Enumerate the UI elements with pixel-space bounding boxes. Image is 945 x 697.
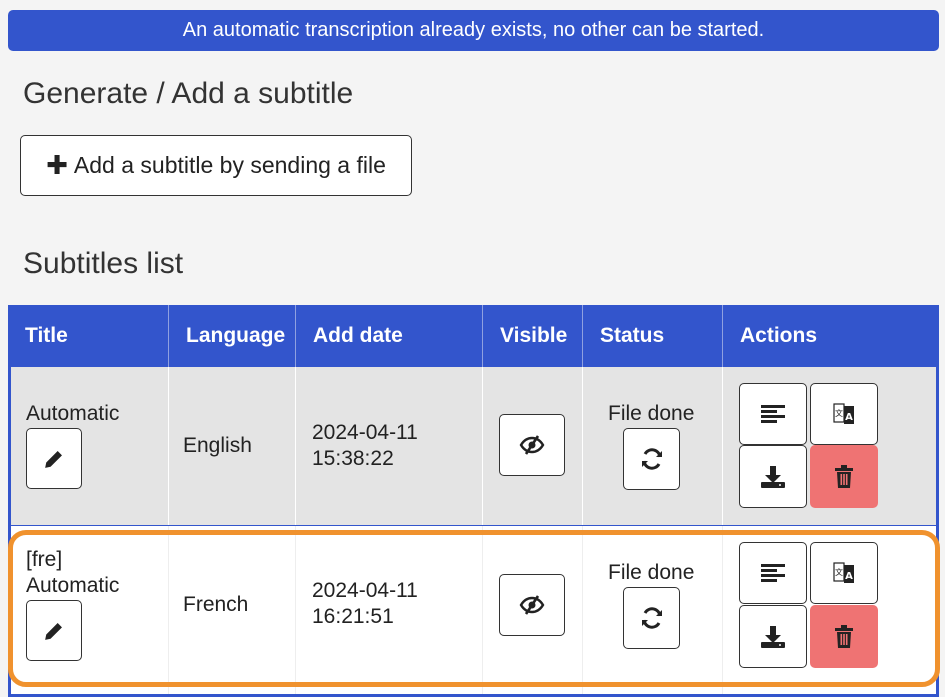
translate-icon: A文 xyxy=(833,562,854,583)
subtitles-table: Title Language Add date Visible Status A… xyxy=(8,305,939,697)
subtitle-title: Automatic xyxy=(26,402,120,425)
align-left-icon xyxy=(761,405,785,423)
download-subtitle-button[interactable] xyxy=(739,605,807,668)
translate-icon: A文 xyxy=(833,403,854,424)
subtitle-title: [fre] Automatic xyxy=(26,548,120,597)
toggle-visible-button[interactable] xyxy=(499,574,565,636)
subtitle-language: French xyxy=(183,593,249,616)
subtitle-language: English xyxy=(183,434,252,457)
add-subtitle-button[interactable]: ✚ Add a subtitle by sending a file xyxy=(20,135,412,196)
edit-title-button[interactable] xyxy=(26,428,82,489)
table-header: Title Language Add date Visible Status A… xyxy=(8,305,939,367)
add-subtitle-label: Add a subtitle by sending a file xyxy=(73,152,386,178)
column-header-language: Language xyxy=(169,305,296,367)
refresh-status-button[interactable] xyxy=(623,587,680,649)
svg-text:A: A xyxy=(845,412,853,423)
translate-subtitle-button[interactable]: A文 xyxy=(810,542,878,604)
subtitle-add-date: 2024-04-11 16:21:51 xyxy=(312,579,418,628)
eye-slash-icon xyxy=(519,435,545,455)
column-header-actions: Actions xyxy=(740,324,818,347)
view-subtitle-button[interactable] xyxy=(739,542,807,604)
edit-title-button[interactable] xyxy=(26,600,82,661)
subtitle-status: File done xyxy=(608,402,695,425)
pencil-icon xyxy=(45,450,62,468)
subtitle-status: File done xyxy=(608,561,695,584)
translate-subtitle-button[interactable]: A文 xyxy=(810,383,878,445)
plus-icon: ✚ xyxy=(46,150,68,180)
subtitle-add-date: 2024-04-11 15:38:22 xyxy=(312,421,418,470)
table-row: Automatic English 2024-04-11 15:38:22 Fi… xyxy=(11,367,936,525)
language-cell: English xyxy=(169,367,296,525)
actions-cell: A文 xyxy=(723,526,936,694)
table-row: [fre] Automatic French 2024-04-11 16:21:… xyxy=(11,526,936,694)
visible-cell xyxy=(483,526,583,694)
pencil-icon xyxy=(45,622,62,640)
status-cell: File done xyxy=(583,526,723,694)
info-banner-text: An automatic transcription already exist… xyxy=(182,19,765,41)
trash-icon xyxy=(835,624,853,648)
subtitles-list-heading: Subtitles list xyxy=(23,247,184,280)
column-header-status: Status xyxy=(583,305,723,367)
align-left-icon xyxy=(761,564,785,582)
trash-icon xyxy=(835,464,853,488)
title-cell: Automatic xyxy=(11,367,169,525)
svg-text:文: 文 xyxy=(835,567,843,577)
title-cell: [fre] Automatic xyxy=(11,526,169,694)
download-icon xyxy=(761,625,785,648)
refresh-status-button[interactable] xyxy=(623,428,680,490)
column-header-add-date: Add date xyxy=(296,305,483,367)
delete-subtitle-button[interactable] xyxy=(810,445,878,508)
column-header-visible: Visible xyxy=(483,305,583,367)
svg-text:文: 文 xyxy=(835,408,843,418)
svg-text:A: A xyxy=(845,571,853,582)
add-date-cell: 2024-04-11 16:21:51 xyxy=(296,526,483,694)
visible-cell xyxy=(483,367,583,525)
refresh-icon xyxy=(641,607,662,629)
delete-subtitle-button[interactable] xyxy=(810,605,878,668)
download-icon xyxy=(761,465,785,488)
column-header-title: Title xyxy=(8,305,169,367)
refresh-icon xyxy=(641,448,662,470)
status-cell: File done xyxy=(583,367,723,525)
toggle-visible-button[interactable] xyxy=(499,414,565,476)
actions-cell: A文 xyxy=(723,367,936,525)
info-banner: An automatic transcription already exist… xyxy=(8,10,939,51)
download-subtitle-button[interactable] xyxy=(739,445,807,508)
view-subtitle-button[interactable] xyxy=(739,383,807,445)
eye-slash-icon xyxy=(519,595,545,615)
generate-heading: Generate / Add a subtitle xyxy=(23,77,354,110)
add-date-cell: 2024-04-11 15:38:22 xyxy=(296,367,483,525)
language-cell: French xyxy=(169,526,296,694)
